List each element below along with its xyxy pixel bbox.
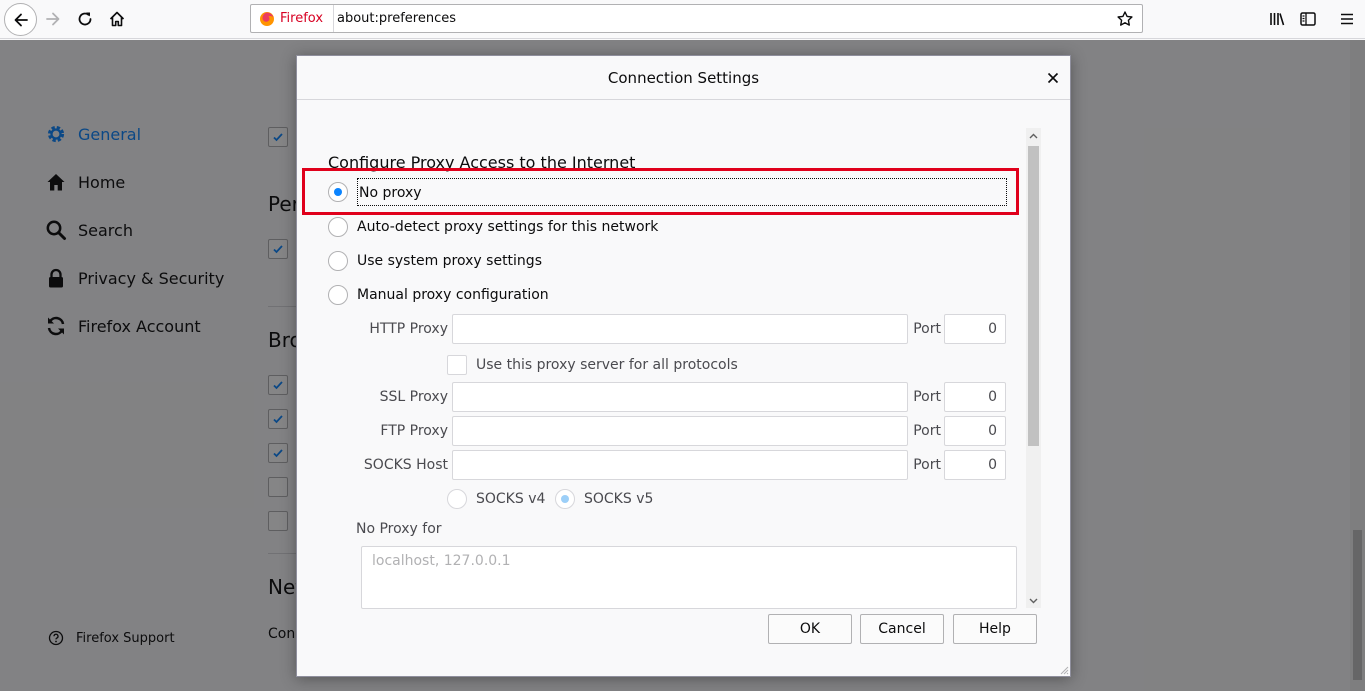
home-icon [109, 11, 125, 27]
identity-box[interactable]: Firefox [259, 5, 335, 32]
http-port-label: Port [913, 321, 941, 337]
browser-toolbar: Firefox about:preferences [0, 0, 1365, 39]
reload-icon [78, 12, 92, 26]
home-button[interactable] [102, 4, 132, 34]
radio-button[interactable] [328, 217, 348, 237]
back-arrow-icon [14, 13, 28, 26]
radio-label: SOCKS v5 [584, 491, 654, 507]
ssl-port-label: Port [913, 389, 941, 405]
scroll-up-button[interactable] [1026, 128, 1041, 143]
chevron-up-icon [1029, 133, 1038, 138]
no-proxy-for-textarea[interactable]: localhost, 127.0.0.1 [361, 546, 1017, 609]
radio-button[interactable] [328, 182, 348, 202]
scroll-down-button[interactable] [1026, 593, 1041, 608]
section-title: Configure Proxy Access to the Internet [328, 153, 636, 172]
socks-port-label: Port [913, 457, 941, 473]
reload-button[interactable] [70, 4, 100, 34]
menu-button[interactable] [1332, 4, 1362, 34]
cancel-button[interactable]: Cancel [860, 614, 944, 644]
radio-manual-proxy[interactable]: Manual proxy configuration [328, 282, 549, 308]
ftp-port-input[interactable]: 0 [944, 416, 1006, 446]
help-button[interactable]: Help [953, 614, 1037, 644]
bookmark-star-button[interactable] [1112, 6, 1137, 31]
library-icon [1270, 13, 1285, 26]
star-icon [1116, 10, 1133, 26]
radio-label: Auto-detect proxy settings for this netw… [357, 219, 659, 235]
socks-host-label: SOCKS Host [363, 457, 448, 473]
radio-dot [561, 495, 569, 503]
share-proxy-checkbox-row[interactable]: Use this proxy server for all protocols [447, 355, 738, 375]
sidebar-icon [1300, 12, 1316, 26]
ssl-proxy-input[interactable] [452, 382, 908, 412]
ftp-proxy-label: FTP Proxy [380, 423, 448, 439]
radio-dot [334, 188, 342, 196]
ftp-proxy-input[interactable] [452, 416, 908, 446]
resize-grip-icon[interactable] [1059, 665, 1069, 675]
ftp-port-label: Port [913, 423, 941, 439]
url-text[interactable]: about:preferences [337, 5, 456, 32]
url-bar[interactable]: Firefox about:preferences [250, 4, 1143, 33]
ssl-port-input[interactable]: 0 [944, 382, 1006, 412]
library-button[interactable] [1262, 4, 1292, 34]
dialog-scrollbar[interactable] [1026, 128, 1041, 608]
http-proxy-input[interactable] [452, 314, 908, 344]
radio-button[interactable] [555, 489, 575, 509]
dialog-header: Connection Settings [297, 56, 1070, 100]
share-proxy-checkbox[interactable] [447, 355, 467, 375]
chevron-down-icon [1029, 598, 1038, 603]
radio-no-proxy[interactable]: No proxy [328, 178, 1007, 206]
identity-label: Firefox [280, 11, 324, 26]
hamburger-menu-icon [1341, 13, 1353, 25]
dialog-title: Connection Settings [607, 69, 760, 87]
ok-button[interactable]: OK [768, 614, 852, 644]
no-proxy-for-label: No Proxy for [356, 521, 442, 537]
socks-host-input[interactable] [452, 450, 908, 480]
radio-label: Manual proxy configuration [357, 287, 549, 303]
radio-label: Use system proxy settings [357, 253, 542, 269]
share-proxy-label: Use this proxy server for all protocols [476, 357, 738, 373]
radio-label: No proxy [357, 178, 1007, 206]
close-button[interactable] [1042, 67, 1064, 89]
close-icon [1047, 72, 1059, 84]
ssl-proxy-label: SSL Proxy [379, 389, 448, 405]
connection-settings-dialog: Connection Settings Configure Proxy Acce… [296, 55, 1071, 677]
forward-button[interactable] [38, 4, 68, 34]
dialog-scrollbar-thumb[interactable] [1028, 146, 1039, 446]
dialog-content: Configure Proxy Access to the Internet N… [297, 101, 1070, 611]
radio-button[interactable] [447, 489, 467, 509]
radio-socks-v5[interactable]: SOCKS v5 [555, 489, 653, 509]
firefox-logo-icon [260, 11, 274, 26]
http-port-input[interactable]: 0 [944, 314, 1006, 344]
radio-button[interactable] [328, 285, 348, 305]
radio-socks-v4[interactable]: SOCKS v4 [447, 489, 545, 509]
radio-auto-detect[interactable]: Auto-detect proxy settings for this netw… [328, 214, 658, 240]
forward-arrow-icon [46, 12, 60, 26]
http-proxy-label: HTTP Proxy [369, 321, 448, 337]
back-button[interactable] [4, 3, 37, 36]
radio-label: SOCKS v4 [476, 491, 546, 507]
radio-system-proxy[interactable]: Use system proxy settings [328, 248, 542, 274]
radio-button[interactable] [328, 251, 348, 271]
sidebar-toggle-button[interactable] [1293, 4, 1323, 34]
socks-port-input[interactable]: 0 [944, 450, 1006, 480]
